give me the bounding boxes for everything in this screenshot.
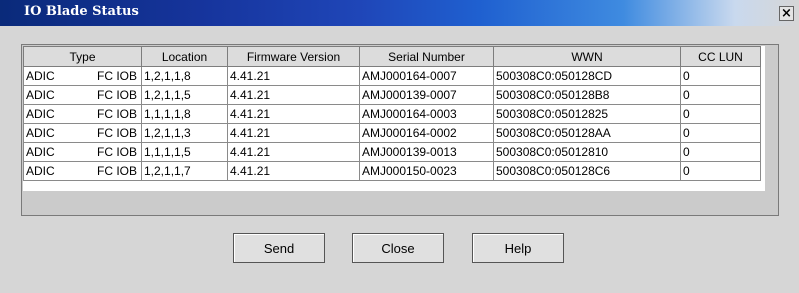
- type-cell: ADIC FC IOB: [23, 66, 142, 86]
- table-row[interactable]: ADIC FC IOB 1,1,1,1,8 4.41.21 AMJ000164-0…: [23, 104, 761, 124]
- type-kind: FC IOB: [96, 107, 137, 121]
- location-cell: 1,1,1,1,5: [141, 142, 228, 162]
- location-cell: 1,2,1,1,8: [141, 66, 228, 86]
- type-cell: ADIC FC IOB: [23, 142, 142, 162]
- type-kind: FC IOB: [96, 69, 137, 83]
- column-header-location[interactable]: Location: [141, 46, 228, 67]
- location-cell: 1,1,1,1,8: [141, 104, 228, 124]
- firmware-cell: 4.41.21: [227, 161, 360, 181]
- button-bar: Send Close Help: [0, 233, 799, 263]
- help-button[interactable]: Help: [472, 233, 564, 263]
- close-button[interactable]: Close: [352, 233, 444, 263]
- table-viewport: Type Location Firmware Version Serial Nu…: [23, 46, 765, 191]
- serial-cell: AMJ000164-0003: [359, 104, 494, 124]
- type-vendor: ADIC: [26, 69, 55, 83]
- type-kind: FC IOB: [96, 164, 137, 178]
- location-cell: 1,2,1,1,5: [141, 85, 228, 105]
- firmware-cell: 4.41.21: [227, 85, 360, 105]
- type-vendor: ADIC: [26, 107, 55, 121]
- table-row[interactable]: ADIC FC IOB 1,2,1,1,8 4.41.21 AMJ000164-0…: [23, 66, 761, 86]
- io-blade-status-dialog: IO Blade Status × Type Location Firmware…: [0, 0, 799, 293]
- type-cell: ADIC FC IOB: [23, 85, 142, 105]
- location-cell: 1,2,1,1,7: [141, 161, 228, 181]
- type-vendor: ADIC: [26, 88, 55, 102]
- column-header-type[interactable]: Type: [23, 46, 142, 67]
- column-header-wwn[interactable]: WWN: [493, 46, 681, 67]
- location-cell: 1,2,1,1,3: [141, 123, 228, 143]
- type-cell: ADIC FC IOB: [23, 123, 142, 143]
- title-bar[interactable]: IO Blade Status ×: [0, 0, 799, 26]
- cc-lun-cell: 0: [680, 142, 761, 162]
- table-header-row: Type Location Firmware Version Serial Nu…: [23, 46, 761, 67]
- cc-lun-cell: 0: [680, 104, 761, 124]
- wwn-cell: 500308C0:05012810: [493, 142, 681, 162]
- window-title: IO Blade Status: [24, 4, 139, 19]
- cc-lun-cell: 0: [680, 123, 761, 143]
- serial-cell: AMJ000164-0002: [359, 123, 494, 143]
- wwn-cell: 500308C0:050128B8: [493, 85, 681, 105]
- send-button[interactable]: Send: [233, 233, 325, 263]
- type-kind: FC IOB: [96, 126, 137, 140]
- serial-cell: AMJ000139-0007: [359, 85, 494, 105]
- table-panel: Type Location Firmware Version Serial Nu…: [21, 44, 779, 216]
- type-vendor: ADIC: [26, 164, 55, 178]
- close-window-icon[interactable]: ×: [779, 6, 794, 21]
- table-row[interactable]: ADIC FC IOB 1,2,1,1,5 4.41.21 AMJ000139-0…: [23, 85, 761, 105]
- column-header-cc-lun[interactable]: CC LUN: [680, 46, 761, 67]
- type-kind: FC IOB: [96, 88, 137, 102]
- column-header-firmware-version[interactable]: Firmware Version: [227, 46, 360, 67]
- firmware-cell: 4.41.21: [227, 66, 360, 86]
- type-vendor: ADIC: [26, 145, 55, 159]
- wwn-cell: 500308C0:050128C6: [493, 161, 681, 181]
- cc-lun-cell: 0: [680, 161, 761, 181]
- wwn-cell: 500308C0:050128CD: [493, 66, 681, 86]
- cc-lun-cell: 0: [680, 85, 761, 105]
- type-kind: FC IOB: [96, 145, 137, 159]
- io-blade-table: Type Location Firmware Version Serial Nu…: [23, 46, 761, 181]
- wwn-cell: 500308C0:05012825: [493, 104, 681, 124]
- firmware-cell: 4.41.21: [227, 123, 360, 143]
- firmware-cell: 4.41.21: [227, 104, 360, 124]
- serial-cell: AMJ000164-0007: [359, 66, 494, 86]
- serial-cell: AMJ000139-0013: [359, 142, 494, 162]
- column-header-serial-number[interactable]: Serial Number: [359, 46, 494, 67]
- cc-lun-cell: 0: [680, 66, 761, 86]
- type-cell: ADIC FC IOB: [23, 104, 142, 124]
- type-vendor: ADIC: [26, 126, 55, 140]
- serial-cell: AMJ000150-0023: [359, 161, 494, 181]
- table-row[interactable]: ADIC FC IOB 1,2,1,1,7 4.41.21 AMJ000150-0…: [23, 161, 761, 181]
- table-row[interactable]: ADIC FC IOB 1,2,1,1,3 4.41.21 AMJ000164-0…: [23, 123, 761, 143]
- wwn-cell: 500308C0:050128AA: [493, 123, 681, 143]
- table-row[interactable]: ADIC FC IOB 1,1,1,1,5 4.41.21 AMJ000139-0…: [23, 142, 761, 162]
- type-cell: ADIC FC IOB: [23, 161, 142, 181]
- firmware-cell: 4.41.21: [227, 142, 360, 162]
